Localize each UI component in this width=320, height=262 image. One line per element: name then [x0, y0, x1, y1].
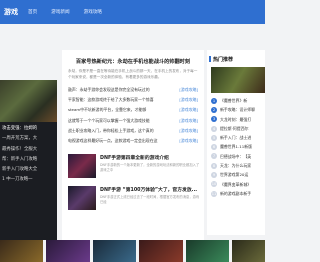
news-row[interactable]: 这就等于一个个玩家可以掌握一个强大游戏技能 [游戏攻略] — [68, 116, 198, 126]
news-row[interactable]: 电视游戏这样最好玩一点，这款游戏一定会出现在这 [游戏攻略] — [68, 136, 198, 146]
list-item-label[interactable]: 世界游戏第20运 — [220, 170, 248, 179]
list-item-label[interactable]: 新的游戏副本新手 — [220, 189, 251, 198]
rank-badge: 2 — [211, 106, 217, 113]
feature-thumbnail[interactable] — [68, 154, 96, 178]
news-tag[interactable]: [游戏攻略] — [179, 85, 198, 95]
news-row[interactable]: 战士职业攻略入门，带你轻松上手游戏，这个真的 [游戏攻略] — [68, 126, 198, 136]
hot-recommend-panel: 热门推荐 1 《魔兽世界》新 2 新手攻略：设计师聊 3 大龙时刻：最强打 4 提拉斯·… — [207, 50, 265, 235]
rank-badge: 4 — [211, 125, 217, 132]
list-item[interactable]: 4 提拉斯·阿提西尔 — [211, 124, 265, 133]
rank-badge: 10 — [211, 181, 217, 188]
list-item-label[interactable]: 大龙时刻：最强打 — [220, 115, 251, 124]
news-title[interactable]: 鼓声：永劫手游你会发现这是你完全没有玩过的 — [68, 85, 176, 95]
list-item[interactable]: 最秀操作！全服大 — [2, 145, 57, 155]
hot-recommend-list: 1 《魔兽世界》新 2 新手攻略：设计师聊 3 大龙时刻：最强打 4 提拉斯·阿提西尔 … — [207, 93, 265, 198]
list-item[interactable]: 一周开荒方案，大 — [2, 134, 57, 144]
list-item-label[interactable]: 《魔界变革新城》 — [220, 180, 251, 189]
list-item[interactable]: 攻击变强：拉姆的 — [2, 124, 57, 134]
news-row[interactable]: 鼓声：永劫手游你会发现这是你完全没有玩过的 [游戏攻略] — [68, 85, 198, 95]
list-item[interactable]: 帮：新手入门攻略 — [2, 155, 57, 165]
thumbnail[interactable] — [46, 240, 90, 262]
list-item[interactable]: 5 新手入门：战士进 — [211, 133, 265, 142]
headline-summary: 永劫，你是不是一直在等待能在手机上战斗的那一天，在手机上的发布，对于每一个玩家来… — [68, 69, 198, 79]
thumbnail[interactable] — [0, 240, 44, 262]
top-navigation-bar: 游戏 首页 游戏新闻 游戏攻略 — [0, 0, 265, 24]
news-row[interactable]: steam中不坑新游的平台，全靠它来，才能够 [游戏攻略] — [68, 105, 198, 115]
site-logo[interactable]: 游戏 — [0, 7, 28, 17]
feature-image[interactable] — [0, 80, 57, 122]
news-tag[interactable]: [游戏攻略] — [179, 95, 198, 105]
nav-game-guides[interactable]: 游戏攻略 — [84, 9, 102, 15]
thumbnail[interactable] — [139, 240, 183, 262]
nav-game-news[interactable]: 游戏新闻 — [51, 9, 69, 15]
left-feature-panel: 攻击变强：拉姆的 一周开荒方案，大 最秀操作！全服大 帮：新手入门攻略 新手入门… — [0, 80, 57, 250]
news-tag[interactable]: [游戏攻略] — [179, 126, 198, 136]
list-item[interactable]: 8 天龙：为什么玩家 — [211, 161, 265, 170]
list-item-label[interactable]: 提拉斯·阿提西尔 — [220, 124, 248, 133]
feature-desc: DNF手游新的一个版本更新了，全新的游戏玩法和新的职业都加入了游戏之中 — [100, 163, 200, 172]
rank-badge: 6 — [211, 144, 217, 151]
thumbnail[interactable] — [92, 240, 137, 262]
news-title[interactable]: 电视游戏这样最好玩一点，这款游戏一定会出现在这 — [68, 136, 176, 146]
list-item[interactable]: 2 新手攻略：设计师聊 — [211, 105, 265, 114]
feature-thumbnail[interactable] — [68, 186, 96, 210]
list-item-label[interactable]: 新手攻略：设计师聊 — [220, 105, 255, 114]
list-item-label[interactable]: 《魔兽世界》新 — [220, 96, 247, 105]
feature-desc: DNF手游正式上线已经过去了一段时间，根据官方发布的消息，游戏已经 — [100, 195, 200, 204]
news-list: 鼓声：永劫手游你会发现这是你完全没有玩过的 [游戏攻略] 平家智能：这款游戏终于给… — [62, 83, 204, 146]
news-tag[interactable]: [游戏攻略] — [179, 136, 198, 146]
news-tag[interactable]: [游戏攻略] — [179, 105, 198, 115]
rank-badge: 1 — [211, 97, 217, 104]
left-headline-list: 攻击变强：拉姆的 一周开荒方案，大 最秀操作！全服大 帮：新手入门攻略 新手入门… — [2, 124, 57, 186]
feature-text: DNF手游 “第100万体验”大了，官方发放... DNF手游正式上线已经过去了… — [96, 186, 200, 216]
headline-title[interactable]: 百家号热新纪元：永劫在手机也能战斗的帅翻时刻 — [62, 58, 204, 65]
rank-badge: 8 — [211, 162, 217, 169]
list-item[interactable]: 10 《魔界变革新城》 — [211, 180, 265, 189]
list-item[interactable]: 11 新的游戏副本新手 — [211, 189, 265, 198]
rank-badge: 11 — [211, 190, 217, 197]
section-accent-bar — [209, 56, 211, 62]
list-item[interactable]: 1 中一刀攻略一 — [2, 175, 57, 185]
news-tag[interactable]: [游戏攻略] — [179, 116, 198, 126]
list-item-label[interactable]: 巴德战场中：【英 — [220, 152, 251, 161]
feature-title[interactable]: DNF手游 “第100万体验”大了，官方发放... — [100, 186, 200, 193]
list-item-label[interactable]: 天龙：为什么玩家 — [220, 161, 251, 170]
rank-badge: 9 — [211, 172, 217, 179]
list-item[interactable]: 3 大龙时刻：最强打 — [211, 115, 265, 124]
thumbnail[interactable] — [232, 240, 266, 262]
news-title[interactable]: 战士职业攻略入门，带你轻松上手游戏，这个真的 — [68, 126, 176, 136]
feature-title[interactable]: DNF手游第四章全新的游戏介绍 — [100, 154, 200, 161]
rank-badge: 7 — [211, 153, 217, 160]
feature-article[interactable]: DNF手游 “第100万体验”大了，官方发放... DNF手游正式上线已经过去了… — [68, 186, 200, 216]
rank-badge: 5 — [211, 134, 217, 141]
list-item[interactable]: 7 巴德战场中：【英 — [211, 152, 265, 161]
feature-article[interactable]: DNF手游第四章全新的游戏介绍 DNF手游新的一个版本更新了，全新的游戏玩法和新… — [68, 154, 200, 184]
bottom-thumbnail-strip — [0, 240, 266, 262]
list-item-label[interactable]: 新手入门：战士进 — [220, 133, 251, 142]
main-news-panel: 百家号热新纪元：永劫在手机也能战斗的帅翻时刻 永劫，你是不是一直在等待能在手机上… — [62, 50, 204, 240]
main-nav: 首页 游戏新闻 游戏攻略 — [28, 9, 116, 15]
news-title[interactable]: steam中不坑新游的平台，全靠它来，才能够 — [68, 105, 176, 115]
hot-recommend-image[interactable] — [211, 67, 265, 93]
list-item[interactable]: 6 魔兽世界1.11新版 — [211, 142, 265, 151]
news-row[interactable]: 平家智能：这款游戏终于给了大多数玩家一个惊喜 [游戏攻略] — [68, 95, 198, 105]
list-item[interactable]: 9 世界游戏第20运 — [211, 170, 265, 179]
rank-badge: 3 — [211, 116, 217, 123]
list-item-label[interactable]: 魔兽世界1.11新版 — [220, 142, 252, 151]
thumbnail[interactable] — [185, 240, 230, 262]
list-item[interactable]: 1 《魔兽世界》新 — [211, 96, 265, 105]
news-title[interactable]: 平家智能：这款游戏终于给了大多数玩家一个惊喜 — [68, 95, 176, 105]
news-title[interactable]: 这就等于一个个玩家可以掌握一个强大游戏技能 — [68, 116, 176, 126]
list-item[interactable]: 新手入门攻略大全 — [2, 165, 57, 175]
nav-home[interactable]: 首页 — [28, 9, 37, 15]
hot-recommend-title: 热门推荐 — [213, 57, 234, 63]
feature-text: DNF手游第四章全新的游戏介绍 DNF手游新的一个版本更新了，全新的游戏玩法和新… — [96, 154, 200, 184]
